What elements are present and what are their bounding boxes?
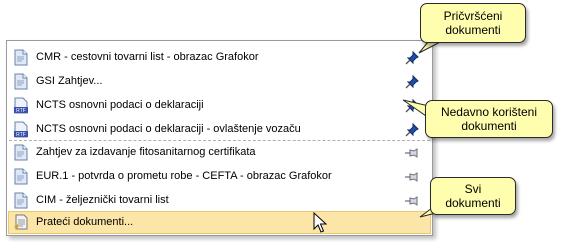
menu-item-eur1[interactable]: EUR.1 - potvrda o prometu robe - CEFTA -…: [9, 165, 430, 188]
menu-item-ncts[interactable]: RTF NCTS osnovni podaci o deklaraciji: [9, 94, 430, 117]
mouse-cursor-icon: [313, 212, 327, 233]
pinned-icon[interactable]: [404, 74, 420, 90]
documents-dropdown-menu: CMR - cestovni tovarni list - obrazac Gr…: [6, 40, 433, 236]
document-list-icon: [13, 214, 29, 231]
callout-pointer: [419, 204, 446, 218]
menu-item-cim[interactable]: CIM - željeznički tovarni list: [9, 189, 430, 212]
pinned-icon[interactable]: [404, 50, 420, 66]
menu-item-gsi[interactable]: GSI Zahtjev...: [9, 70, 430, 93]
document-icon: [13, 73, 29, 90]
callout-line: dokumenti: [445, 196, 501, 210]
menu-item-label: NCTS osnovni podaci o deklaraciji: [36, 99, 204, 111]
callout-all-documents: Svi dokumenti: [419, 177, 516, 218]
document-icon: [13, 168, 29, 185]
menu-item-cmr[interactable]: CMR - cestovni tovarni list - obrazac Gr…: [9, 46, 430, 69]
unpinned-icon[interactable]: [404, 145, 420, 161]
menu-item-label: CMR - cestovni tovarni list - obrazac Gr…: [36, 51, 259, 63]
callout-line: Pričvršćeni: [443, 9, 503, 23]
callout-pinned-documents: Pričvršćeni dokumenti: [418, 3, 526, 54]
menu-item-label: EUR.1 - potvrda o prometu robe - CEFTA -…: [36, 170, 332, 182]
callout-pointer: [402, 99, 430, 119]
callout-recent-documents: Nedavno korišteni dokumenti: [402, 99, 553, 138]
menu-item-all-documents[interactable]: Prateći dokumenti...: [8, 211, 431, 234]
svg-text:RTF: RTF: [16, 108, 26, 114]
rtf-document-icon: RTF: [13, 97, 29, 114]
menu-item-fitosanitarni[interactable]: Zahtjev za izdavanje fitosanitarnog cert…: [9, 141, 430, 164]
menu-item-label: Zahtjev za izdavanje fitosanitarnog cert…: [36, 146, 256, 158]
menu-item-label: GSI Zahtjev...: [36, 75, 103, 87]
callout-pointer: [418, 36, 444, 54]
document-icon: [13, 49, 29, 66]
document-icon: [13, 144, 29, 161]
callout-line: dokumenti: [445, 23, 501, 37]
pinned-icon[interactable]: [404, 122, 420, 138]
menu-item-ncts-ovlastenje[interactable]: RTF NCTS osnovni podaci o deklaraciji - …: [9, 118, 430, 141]
menu-item-label: NCTS osnovni podaci o deklaraciji - ovla…: [36, 123, 301, 135]
rtf-document-icon: RTF: [13, 121, 29, 138]
menu-item-label: CIM - željeznički tovarni list: [36, 194, 169, 206]
svg-text:RTF: RTF: [16, 132, 26, 138]
menu-item-label: Prateći dokumenti...: [36, 216, 134, 228]
unpinned-icon[interactable]: [404, 193, 420, 209]
callout-line: Nedavno korišteni: [440, 105, 538, 119]
callout-line: dokumenti: [461, 119, 517, 133]
unpinned-icon[interactable]: [404, 169, 420, 185]
document-icon: [13, 192, 29, 209]
callout-line: Svi: [464, 182, 482, 196]
